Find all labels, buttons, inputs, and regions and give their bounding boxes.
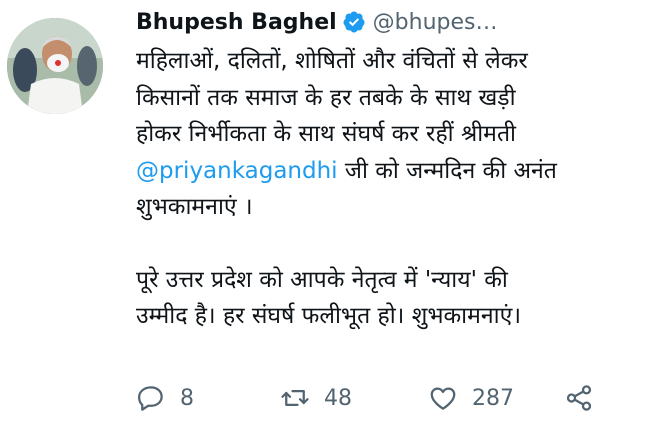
tweet-line-rest: जी को जन्मदिन की अनंत	[337, 157, 557, 184]
verified-badge-icon	[342, 10, 366, 34]
tweet-header: Bhupesh Baghel @bhupes…	[136, 6, 498, 38]
reply-count: 8	[180, 385, 194, 411]
retweet-button[interactable]: 48	[280, 378, 352, 418]
avatar-photo	[7, 18, 103, 114]
avatar[interactable]	[7, 18, 103, 114]
tweet-line: पूरे उत्तर प्रदेश को आपके नेतृत्व में 'न…	[136, 266, 508, 293]
action-bar: 8 48 287	[136, 378, 606, 418]
tweet-line: @priyankagandhi जी को जन्मदिन की अनंत	[136, 153, 646, 190]
tweet-line: उम्मीद है। हर संघर्ष फलीभूत हो। शुभकामना…	[136, 303, 522, 329]
share-button[interactable]	[564, 378, 594, 418]
reply-button[interactable]: 8	[136, 378, 194, 418]
author-name[interactable]: Bhupesh Baghel	[136, 10, 337, 35]
author-handle[interactable]: @bhupes…	[373, 10, 498, 35]
retweet-count: 48	[324, 385, 352, 411]
tweet-line: होकर निर्भीकता के साथ संघर्ष कर रहीं श्र…	[136, 121, 517, 147]
tweet-text: महिलाओं, दलितों, शोषितों और वंचितों से ल…	[136, 43, 646, 335]
tweet-line: शुभकामनाएं ।	[136, 194, 253, 220]
like-icon	[430, 387, 456, 410]
retweet-icon	[281, 390, 309, 406]
reply-icon	[138, 386, 163, 411]
share-icon	[566, 385, 592, 411]
mention-link[interactable]: @priyankagandhi	[136, 158, 338, 184]
tweet-line: महिलाओं, दलितों, शोषितों और वंचितों से ल…	[136, 48, 528, 74]
like-count: 287	[472, 385, 514, 411]
tweet-line: किसानों तक समाज के हर तबके के साथ खड़ी	[136, 84, 516, 111]
like-button[interactable]: 287	[428, 378, 514, 418]
